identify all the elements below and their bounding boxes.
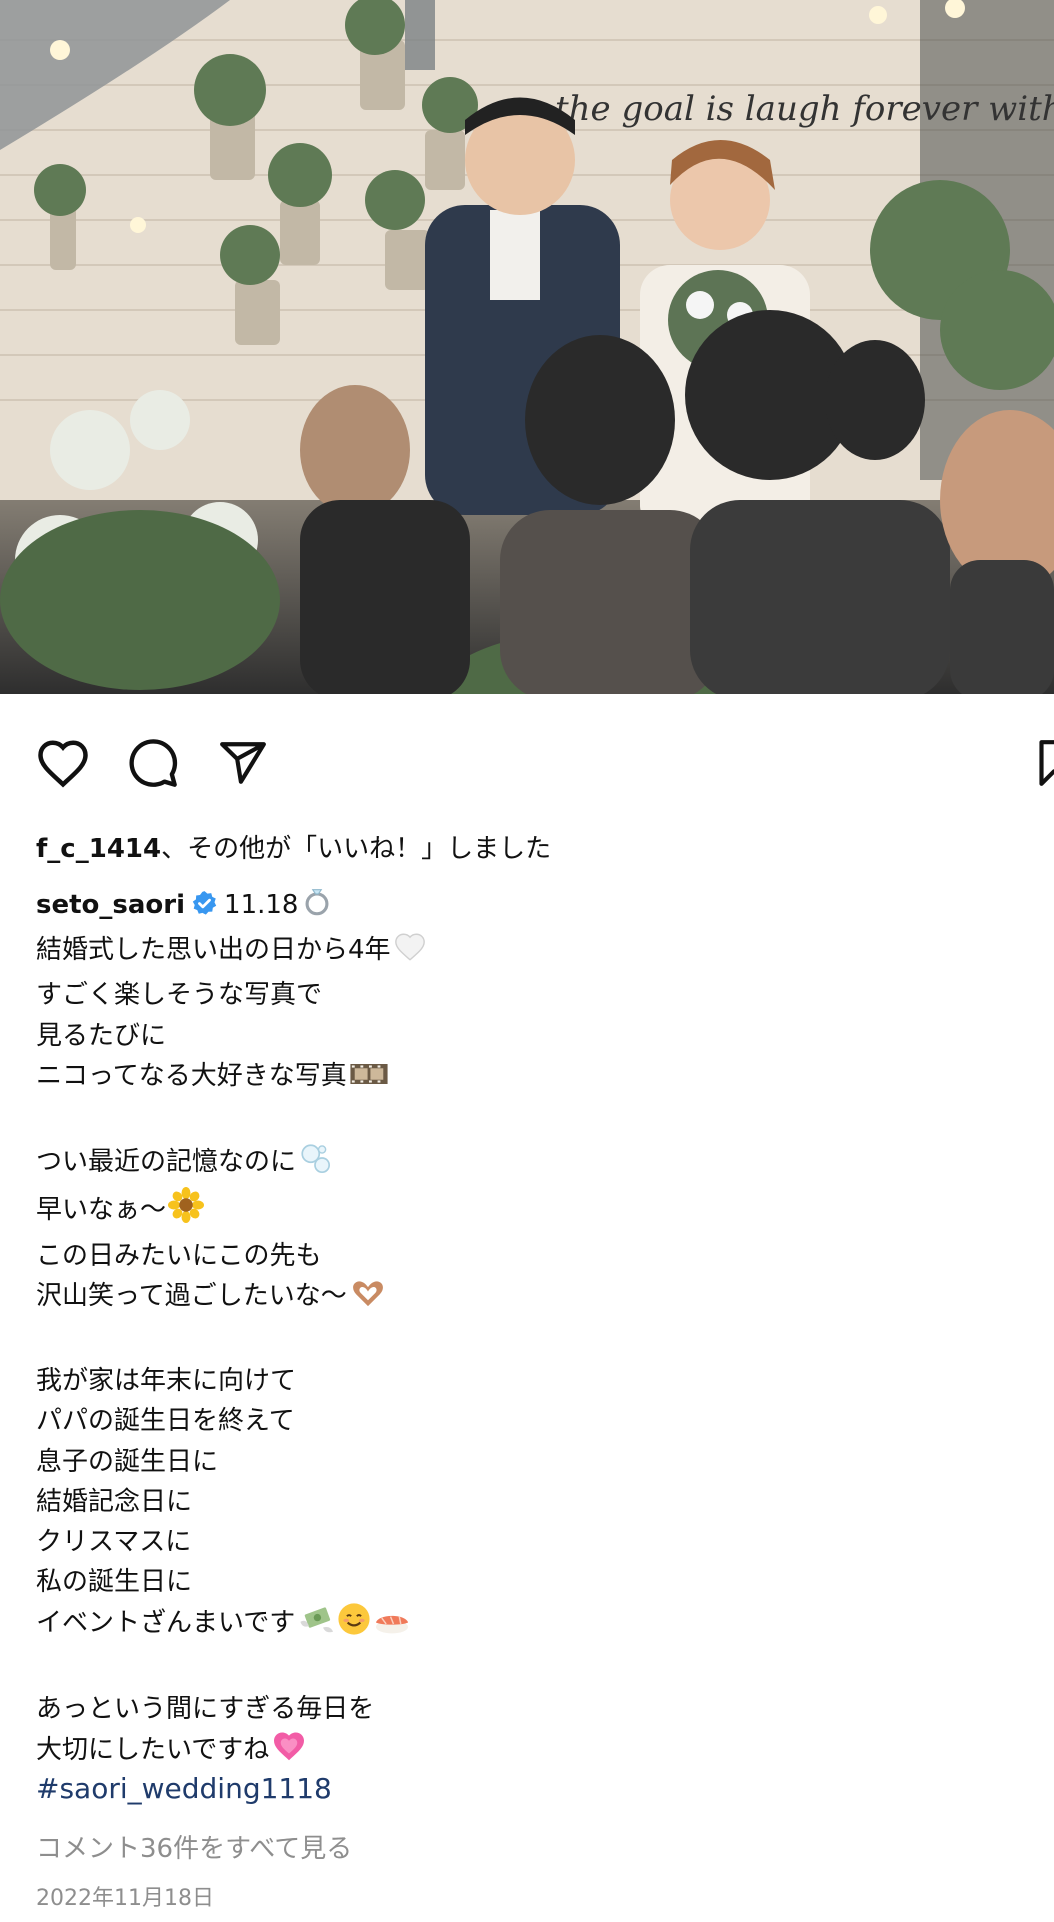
paper-plane-icon[interactable] (214, 734, 272, 792)
caption-text: つい最近の記憶なのに (36, 1147, 297, 1178)
bubbles-emoji-icon (298, 1141, 332, 1187)
caption-line: 早いなぁ〜 (36, 1187, 1016, 1235)
white-heart-emoji-icon (393, 931, 427, 975)
caption-line: つい最近の記憶なのに (36, 1141, 1016, 1187)
caption-text: ニコってなる大好きな写真 (36, 1060, 347, 1091)
post-photo[interactable]: the goal is laugh forever with someone y… (0, 0, 1054, 694)
post-date: 2022年11月18日 (36, 1886, 214, 1911)
bookmark-icon[interactable] (1034, 734, 1054, 792)
caption-line: 大切にしたいですね (36, 1729, 1016, 1775)
caption-line: この日みたいにこの先も (36, 1240, 322, 1271)
film-frames-emoji-icon (349, 1059, 389, 1101)
wedding-photo-illustration: the goal is laugh forever with someone y… (0, 0, 1054, 694)
caption-line: 私の誕生日に (36, 1567, 193, 1598)
caption-line: クリスマスに (36, 1527, 192, 1558)
caption-line: 結婚記念日に (36, 1486, 193, 1517)
caption-line: 11.18 (224, 890, 299, 920)
liker-username[interactable]: f_c_1414 (36, 834, 161, 864)
likes-text: 、その他が「いいね！」しました (161, 834, 552, 864)
caption-text: 早いなぁ〜 (36, 1195, 167, 1226)
caption-line: イベントざんまいです (36, 1602, 1016, 1648)
wall-script-text: the goal is laugh forever with someone y… (555, 89, 1054, 129)
sunflower-emoji-icon (168, 1187, 205, 1235)
caption-line: 結婚式した思い出の日から4年 (36, 930, 1016, 975)
caption-line: あっという間にすぎる毎日を (36, 1693, 375, 1724)
caption-line: 我が家は年末に向けて (36, 1366, 297, 1397)
caption-text: 沢山笑って過ごしたいな〜 (36, 1280, 347, 1311)
verified-badge-icon (192, 891, 217, 915)
caption-line: 沢山笑って過ごしたいな〜 (36, 1276, 1016, 1321)
caption-line: パパの誕生日を終えて (36, 1406, 295, 1437)
sushi-emoji-icon (373, 1606, 411, 1648)
likes-summary[interactable]: f_c_1414、その他が「いいね！」しました (36, 828, 551, 865)
growing-heart-emoji-icon (271, 1729, 307, 1775)
caption-line: ニコってなる大好きな写真 (36, 1056, 1016, 1101)
caption-line: すごく楽しそうな写真で (36, 980, 323, 1011)
heart-hands-emoji-icon (349, 1277, 387, 1321)
author-username[interactable]: seto_saori (36, 890, 185, 920)
heart-outline-icon[interactable] (34, 734, 92, 792)
caption-first-line: seto_saori 11.18 (36, 884, 1016, 930)
speech-bubble-icon[interactable] (124, 734, 182, 792)
caption-text: 結婚式した思い出の日から4年 (36, 935, 391, 966)
post-caption: seto_saori 11.18 結婚式した思い出の日から4年 すごく楽しそうな写… (36, 884, 1016, 1775)
caption-text: 大切にしたいですね (36, 1735, 270, 1766)
caption-text: イベントざんまいです (36, 1608, 296, 1639)
post-action-bar (0, 694, 1054, 814)
caption-line: 息子の誕生日に (36, 1446, 219, 1477)
caption-line: 見るたびに (36, 1020, 167, 1051)
ring-emoji-icon (300, 884, 334, 930)
hashtag-link[interactable]: #saori_wedding1118 (36, 1772, 332, 1805)
smiling-face-emoji-icon (337, 1602, 371, 1648)
money-with-wings-emoji-icon (297, 1602, 335, 1648)
view-all-comments-link[interactable]: コメント36件をすべて見る (36, 1828, 352, 1865)
